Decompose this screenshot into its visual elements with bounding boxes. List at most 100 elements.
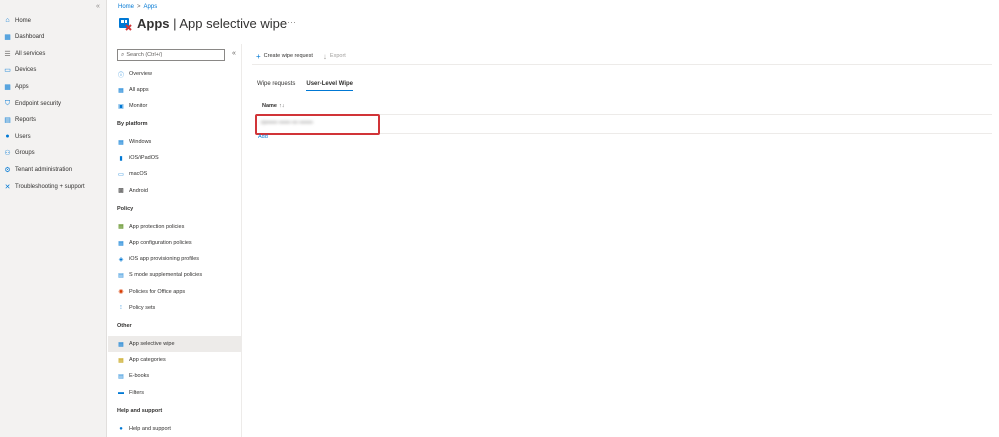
page-title: Apps | App selective wipe [137,16,287,31]
nav-item-label: Tenant administration [15,166,73,173]
wrench-icon: ✕ [4,183,11,191]
search-icon: ⌕ [121,51,125,58]
menu-item-help-and-support[interactable]: ● Help and support [108,421,242,437]
help-user-icon: ● [119,425,123,432]
breadcrumb-home[interactable]: Home [118,4,134,10]
s-mode-icon: ▤ [118,272,124,279]
menu-item-e-books[interactable]: ▤ E-books [108,368,242,384]
menu-item-label: S mode supplemental policies [129,272,203,279]
breadcrumb-separator-icon: > [137,4,141,10]
policy-sets-icon: ⁝ [120,305,122,312]
menu-item-app-protection-policies[interactable]: ▦ App protection policies [108,219,242,235]
menu-item-label: iOS app provisioning profiles [129,256,200,263]
add-link[interactable]: Add [258,134,268,140]
windows-icon: ▦ [118,139,124,146]
menu-item-all-apps[interactable]: ▦ All apps [108,82,242,98]
shield-icon: ⛉ [4,99,11,107]
more-options-icon[interactable]: ··· [287,17,296,27]
menu-item-label: Monitor [129,103,148,109]
breadcrumb: Home > Apps [118,4,157,10]
nav-item-label: All services [15,50,46,57]
nav-item-reports[interactable]: ▤ Reports [0,112,107,129]
export-button[interactable]: ↓ Export [323,52,346,61]
toolbar-divider [252,64,992,65]
nav-item-endpoint-security[interactable]: ⛉ Endpoint security [0,95,107,112]
tab-wipe-requests[interactable]: Wipe requests [257,81,295,91]
resource-menu: ⌕ Search (Ctrl+/) « ⓘ Overview ▦ All apps ▣ M… [108,44,242,437]
nav-item-groups[interactable]: ⚇ Groups [0,145,107,162]
user-icon: ● [5,133,10,141]
menu-item-label: Overview [129,71,152,77]
nav-item-troubleshooting-support[interactable]: ✕ Troubleshooting + support [0,178,107,195]
tab-strip: Wipe requests User-Level Wipe [257,81,364,91]
menu-item-label: Policy sets [129,304,156,311]
menu-item-label: Windows [129,139,152,145]
nav-item-label: Users [15,133,31,140]
filter-icon: ▬ [118,389,124,396]
menu-item-ios-ipados[interactable]: ▮ iOS/iPadOS [108,150,242,166]
menu-item-label: E-books [129,373,150,380]
menu-item-android[interactable]: ▩ Android [108,183,242,199]
nav-item-dashboard[interactable]: ▦ Dashboard [0,29,107,46]
app-protection-icon: ▦ [118,224,124,231]
menu-section-title: Policy [117,205,134,212]
collapse-menu-icon[interactable]: « [232,50,236,57]
nav-item-home[interactable]: ⌂ Home [0,12,107,29]
menu-item-label: All apps [129,87,149,93]
menu-item-label: iOS/iPadOS [129,155,159,162]
create-wipe-request-button[interactable]: + Create wipe request [256,52,313,61]
sort-icon[interactable]: ↑↓ [279,103,285,109]
nav-item-tenant-administration[interactable]: ⚙ Tenant administration [0,161,107,178]
menu-item-monitor[interactable]: ▣ Monitor [108,98,242,114]
collapse-nav-icon[interactable]: « [96,3,100,10]
menu-item-label: Filters [129,389,144,396]
categories-icon: ▦ [118,357,124,364]
menu-item-label: macOS [129,171,148,178]
list-icon: ☰ [4,50,11,58]
nav-item-label: Devices [15,67,37,74]
phone-icon: ▮ [119,155,123,162]
menu-section-title: Other [117,323,132,329]
nav-item-users[interactable]: ● Users [0,128,107,145]
command-bar: + Create wipe request ↓ Export [256,51,356,61]
menu-item-overview[interactable]: ⓘ Overview [108,66,242,82]
export-label: Export [329,53,346,59]
menu-item-app-categories[interactable]: ▦ App categories [108,352,242,368]
create-wipe-request-label: Create wipe request [263,53,313,59]
download-icon: ↓ [322,51,327,61]
wipe-icon: ▦ [118,341,124,348]
menu-item-label: Policies for Office apps [129,288,186,295]
column-header-name[interactable]: Name ↑↓ [262,103,284,109]
home-icon: ⌂ [5,17,10,24]
nav-item-apps[interactable]: ▦ Apps [0,78,107,95]
reports-icon: ▤ [4,117,11,125]
app-config-icon: ▦ [118,240,124,247]
menu-item-macos[interactable]: ▭ macOS [108,166,242,182]
menu-item-label: Help and support [129,425,171,432]
groups-icon: ⚇ [4,150,11,158]
search-input[interactable]: ⌕ Search (Ctrl+/) [117,49,225,61]
apps-grid-icon: ▦ [118,87,124,94]
breadcrumb-apps[interactable]: Apps [144,4,158,10]
menu-item-windows[interactable]: ▦ Windows [108,134,242,150]
monitor-icon: ▣ [118,103,124,110]
nav-item-label: Endpoint security [15,100,62,107]
menu-item-ios-app-provisioning-profiles[interactable]: ◈ iOS app provisioning profiles [108,251,242,267]
menu-section-title: Help and support [117,407,163,414]
menu-item-filters[interactable]: ▬ Filters [108,385,242,401]
nav-item-all-services[interactable]: ☰ All services [0,45,107,62]
menu-item-s-mode-supplemental-policies[interactable]: ▤ S mode supplemental policies [108,267,242,283]
menu-item-app-configuration-policies[interactable]: ▦ App configuration policies [108,235,242,251]
nav-item-label: Reports [15,117,37,124]
tenant-icon: ⚙ [4,166,11,174]
tab-user-level-wipe[interactable]: User-Level Wipe [306,81,353,91]
search-placeholder: Search (Ctrl+/) [126,52,163,58]
provisioning-icon: ◈ [118,256,124,263]
menu-item-app-selective-wipe[interactable]: ▦ App selective wipe [108,336,242,352]
nav-item-label: Dashboard [15,34,45,41]
ebook-icon: ▤ [118,373,124,380]
menu-item-policy-sets[interactable]: ⁝ Policy sets [108,300,242,316]
nav-item-devices[interactable]: ▭ Devices [0,62,107,79]
laptop-icon: ▭ [118,171,124,178]
menu-item-policies-for-office-apps[interactable]: ◉ Policies for Office apps [108,284,242,300]
